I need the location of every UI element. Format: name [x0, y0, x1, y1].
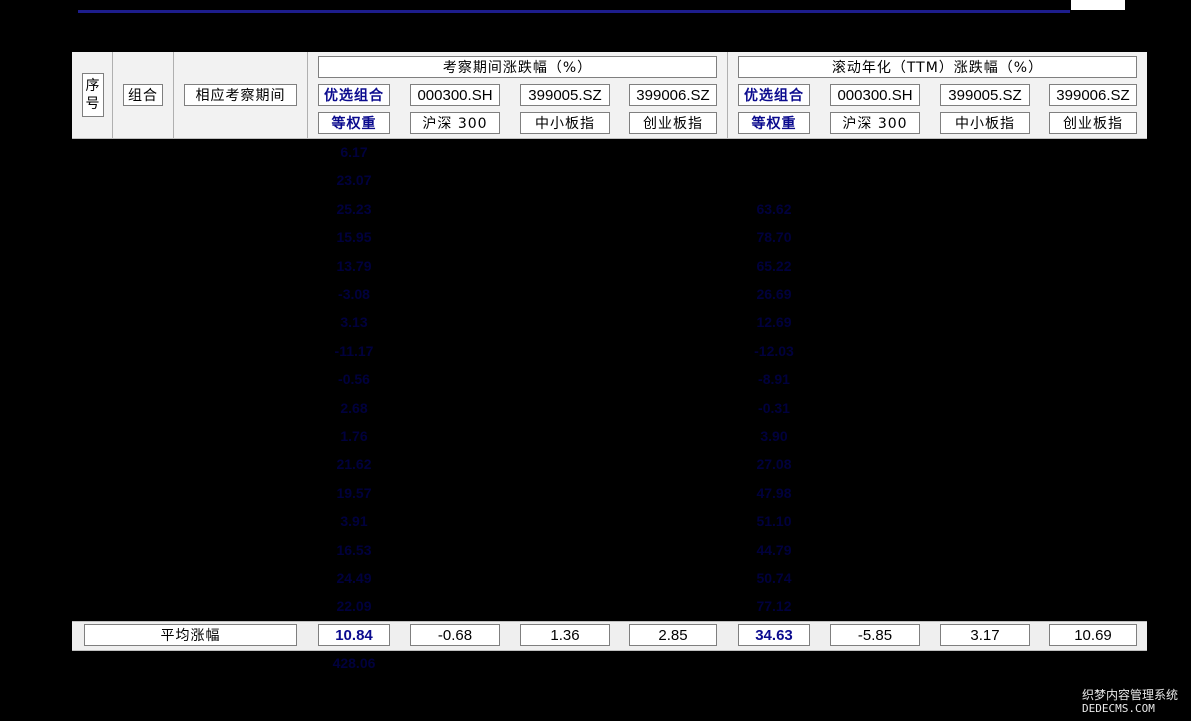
period-value: 22.09: [336, 598, 372, 614]
ttm-value: -12.03: [754, 343, 794, 359]
watermark-text: 织梦内容管理系统: [1082, 688, 1179, 702]
code-chinext-1: 399006.SZ: [629, 84, 717, 106]
name-chinext-1: 创业板指: [629, 112, 717, 134]
average-chinext-period: 2.85: [629, 624, 717, 646]
name-sme-2: 中小板指: [940, 112, 1030, 134]
col-divider: [173, 52, 174, 138]
average-csi300-period: -0.68: [410, 624, 500, 646]
period-value: -11.17: [334, 343, 374, 359]
period-value: 15.95: [336, 229, 372, 245]
ttm-value: 3.90: [760, 428, 788, 444]
name-equal-weight-1: 等权重: [318, 112, 390, 134]
ttm-value: 47.98: [756, 485, 792, 501]
ttm-value: 27.08: [756, 456, 792, 472]
col-divider: [112, 52, 113, 138]
col-divider: [727, 52, 728, 138]
period-value: 23.07: [336, 172, 372, 188]
code-portfolio-1: 优选组合: [318, 84, 390, 106]
header-period-change: 考察期间涨跌幅（%）: [318, 56, 717, 78]
ttm-value: 50.74: [756, 570, 792, 586]
average-portfolio-period: 10.84: [318, 624, 390, 646]
period-value: -0.56: [338, 371, 370, 387]
ttm-value: 44.79: [756, 542, 792, 558]
ttm-value: 77.12: [756, 598, 792, 614]
ttm-value: -8.91: [758, 371, 790, 387]
ttm-value: 78.70: [756, 229, 792, 245]
period-value: 21.62: [336, 456, 372, 472]
code-chinext-2: 399006.SZ: [1049, 84, 1137, 106]
cumulative-value: 428.06: [332, 655, 376, 671]
ttm-value: 12.69: [756, 314, 792, 330]
name-csi300-2: 沪深 300: [830, 112, 920, 134]
name-csi300-1: 沪深 300: [410, 112, 500, 134]
average-csi300-ttm: -5.85: [830, 624, 920, 646]
header-combo: 组合: [123, 84, 163, 106]
name-sme-1: 中小板指: [520, 112, 610, 134]
average-sme-period: 1.36: [520, 624, 610, 646]
period-value: 6.17: [340, 144, 368, 160]
name-chinext-2: 创业板指: [1049, 112, 1137, 134]
top-right-box: [1071, 0, 1125, 10]
code-sme-2: 399005.SZ: [940, 84, 1030, 106]
average-portfolio-ttm: 34.63: [738, 624, 810, 646]
code-csi300-1: 000300.SH: [410, 84, 500, 106]
ttm-value: -0.31: [758, 400, 790, 416]
ttm-value: 63.62: [756, 201, 792, 217]
period-value: 1.76: [340, 428, 368, 444]
ttm-value: 26.69: [756, 286, 792, 302]
code-sme-1: 399005.SZ: [520, 84, 610, 106]
period-value: 24.49: [336, 570, 372, 586]
period-value: 25.23: [336, 201, 372, 217]
average-label: 平均涨幅: [84, 624, 297, 646]
ttm-value: 65.22: [756, 258, 792, 274]
average-chinext-ttm: 10.69: [1049, 624, 1137, 646]
code-csi300-2: 000300.SH: [830, 84, 920, 106]
watermark-url: DEDECMS.COM: [1082, 702, 1155, 715]
period-value: -3.08: [338, 286, 370, 302]
period-value: 19.57: [336, 485, 372, 501]
period-value: 3.91: [340, 513, 368, 529]
header-seq: 序 号: [82, 73, 104, 117]
header-ttm-change: 滚动年化（TTM）涨跌幅（%）: [738, 56, 1137, 78]
name-equal-weight-2: 等权重: [738, 112, 810, 134]
header-period: 相应考察期间: [184, 84, 297, 106]
col-divider: [307, 52, 308, 138]
period-value: 2.68: [340, 400, 368, 416]
top-divider-line: [78, 10, 1070, 13]
code-portfolio-2: 优选组合: [738, 84, 810, 106]
average-sme-ttm: 3.17: [940, 624, 1030, 646]
period-value: 13.79: [336, 258, 372, 274]
period-value: 16.53: [336, 542, 372, 558]
period-value: 3.13: [340, 314, 368, 330]
ttm-value: 51.10: [756, 513, 792, 529]
